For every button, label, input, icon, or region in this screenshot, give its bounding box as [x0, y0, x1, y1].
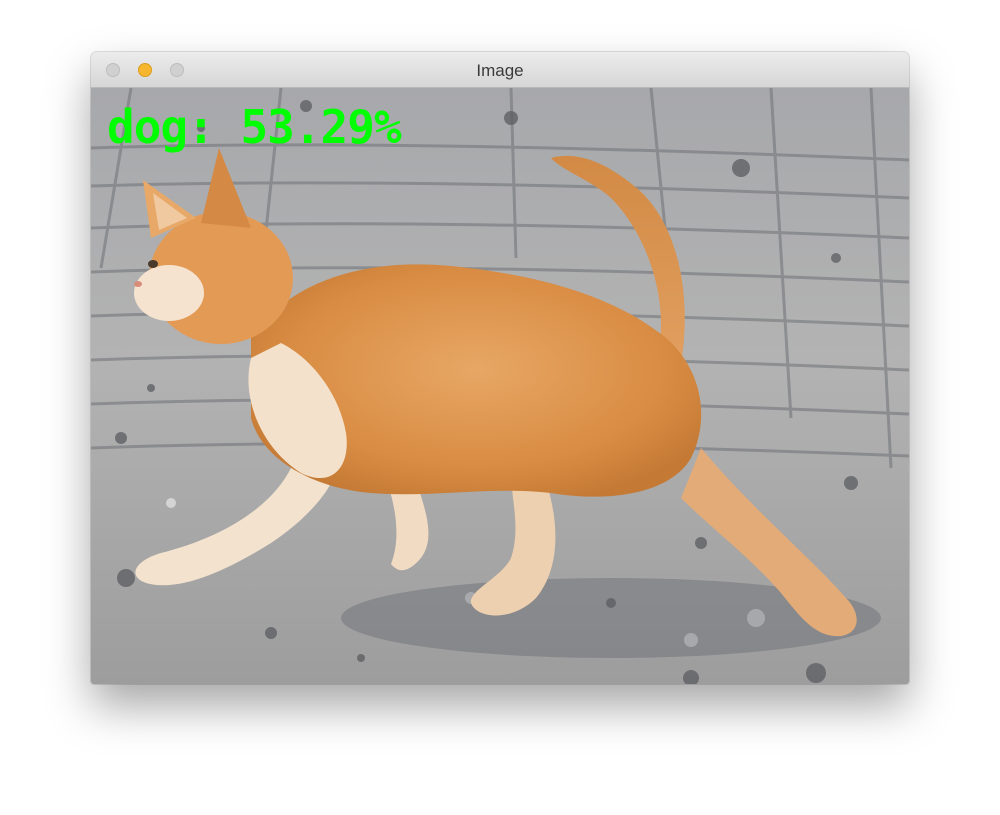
prediction-label: dog: 53.29%	[107, 100, 402, 154]
image-canvas: dog: 53.29%	[91, 88, 909, 684]
title-bar[interactable]: Image	[91, 52, 909, 88]
image-window: Image dog: 53.29%	[91, 52, 909, 684]
kitten-photo	[91, 88, 909, 684]
window-title: Image	[476, 61, 524, 80]
